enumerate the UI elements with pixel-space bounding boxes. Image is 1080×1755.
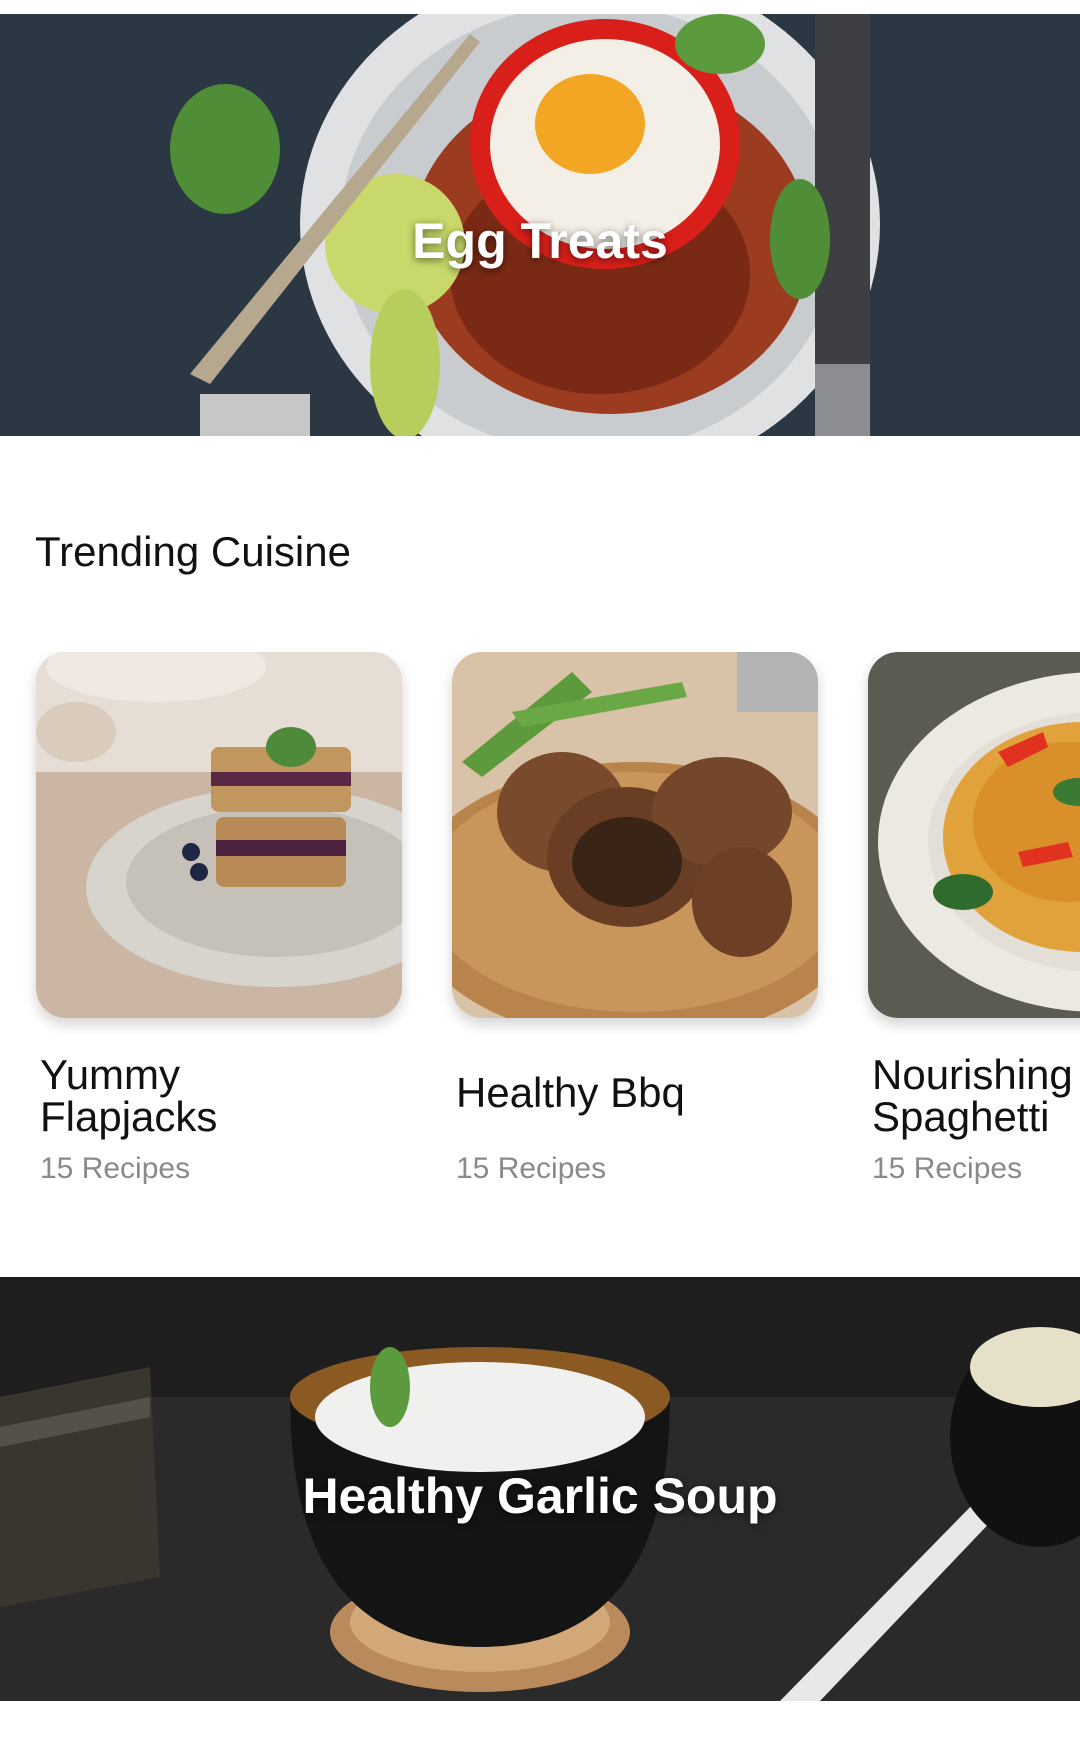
card-image [36,652,402,1018]
card-title: Healthy Bbq [456,1069,685,1116]
card-image [868,652,1080,1018]
banner-healthy-garlic-soup[interactable]: Healthy Garlic Soup [0,1277,1080,1701]
cuisine-card-bbq[interactable]: Healthy Bbq 15 Recipes [452,652,818,1185]
card-title: Nourishing Spaghetti [872,1051,1073,1140]
banner-title: Egg Treats [412,213,668,269]
banner-egg-treats[interactable]: Egg Treats [0,14,1080,436]
card-title: Yummy Flapjacks [40,1051,218,1140]
spaghetti-photo [868,652,1080,1018]
banner-title: Healthy Garlic Soup [302,1468,778,1524]
cuisine-card-spaghetti[interactable]: Nourishing Spaghetti 15 Recipes [868,652,1080,1185]
section-title-trending-cuisine: Trending Cuisine [35,528,351,575]
card-subtitle: 15 Recipes [456,1152,607,1185]
card-subtitle: 15 Recipes [872,1152,1023,1185]
cuisine-card-flapjacks[interactable]: Yummy Flapjacks 15 Recipes [36,652,402,1185]
trending-cuisine-carousel[interactable]: Yummy Flapjacks 15 Recipes Healthy Bbq 1… [0,652,1080,1212]
card-subtitle: 15 Recipes [40,1152,191,1185]
card-image [452,652,818,1018]
flapjack-photo [36,652,402,1018]
page-bottom-space [0,1701,1080,1755]
bbq-chicken-photo [452,652,818,1018]
